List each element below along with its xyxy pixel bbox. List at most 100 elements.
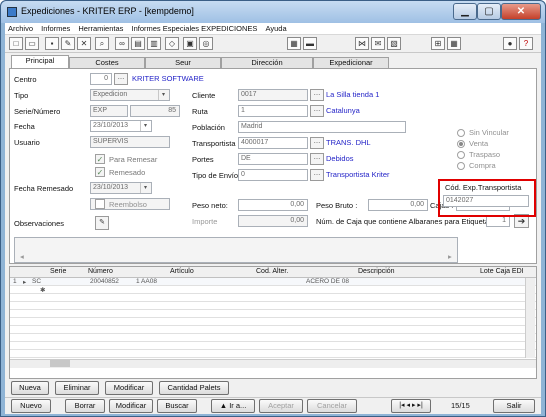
eraser-icon[interactable]: ◇	[165, 37, 179, 50]
table-icon[interactable]: ▦	[447, 37, 461, 50]
usuario-field[interactable]: SUPERVIS	[90, 136, 170, 148]
poblacion-field[interactable]: Madrid	[238, 121, 406, 133]
buscar-button[interactable]: Buscar	[157, 399, 197, 413]
ruta-lookup-button[interactable]: …	[310, 105, 324, 117]
radio-compra[interactable]	[457, 162, 465, 170]
radio-traspaso[interactable]	[457, 151, 465, 159]
tab-costes[interactable]: Costes	[69, 57, 145, 68]
tab-expedicionar[interactable]: Expedicionar	[313, 57, 389, 68]
help-icon[interactable]: ?	[519, 37, 533, 50]
open-folder-icon[interactable]: ▭	[25, 37, 39, 50]
reembolso-checkbox[interactable]	[95, 199, 105, 209]
tipo-envio-link[interactable]: Transportista Kriter	[326, 170, 390, 179]
modificar-line-button[interactable]: Modificar	[105, 381, 153, 395]
tab-seur[interactable]: Seur	[145, 57, 221, 68]
serie-field[interactable]: EXP	[90, 105, 128, 117]
portes-link[interactable]: Debidos	[326, 154, 354, 163]
search-icon[interactable]: ⌕	[95, 37, 109, 50]
remesado-checkbox[interactable]: ✓	[95, 167, 105, 177]
para-remesar-checkbox[interactable]: ✓	[95, 154, 105, 164]
window-icon[interactable]: ▣	[183, 37, 197, 50]
nuevo-button[interactable]: Nuevo	[11, 399, 51, 413]
peso-bruto-field[interactable]: 0,00	[368, 199, 428, 211]
org-chart-icon[interactable]: ⋈	[355, 37, 369, 50]
transportista-link[interactable]: TRANS. DHL	[326, 138, 371, 147]
portes-lookup-button[interactable]: …	[310, 153, 324, 165]
salir-button[interactable]: Salir	[493, 399, 535, 413]
radio-venta[interactable]	[457, 140, 465, 148]
tip-bulb-icon[interactable]: ●	[503, 37, 517, 50]
menu-archivo[interactable]: Archivo	[5, 23, 36, 33]
binoculars-icon[interactable]: ∞	[115, 37, 129, 50]
maximize-button[interactable]: ▢	[477, 3, 501, 20]
minimize-button[interactable]: ▁	[453, 3, 477, 20]
tab-principal[interactable]: Principal	[11, 55, 69, 68]
cod-exp-field[interactable]: 0142027	[443, 195, 529, 207]
cancelar-button[interactable]: Cancelar	[307, 399, 357, 413]
nueva-line-button[interactable]: Nueva	[11, 381, 49, 395]
mail-icon[interactable]: ✉	[371, 37, 385, 50]
edit-icon[interactable]: ✎	[61, 37, 75, 50]
observaciones-textarea[interactable]	[14, 237, 458, 263]
col-articulo[interactable]: Artículo	[170, 268, 194, 275]
save-icon[interactable]: ▪	[45, 37, 59, 50]
eliminar-line-button[interactable]: Eliminar	[55, 381, 99, 395]
tab-direccion[interactable]: Dirección	[221, 57, 313, 68]
centro-field[interactable]: 0	[90, 73, 112, 85]
importe-field[interactable]: 0,00	[238, 215, 308, 227]
display-icon[interactable]: ▬	[303, 37, 317, 50]
ruta-link[interactable]: Catalunya	[326, 106, 360, 115]
table-row-new[interactable]: ✱	[10, 286, 536, 294]
col-descripcion[interactable]: Descripción	[358, 268, 395, 275]
preview-icon[interactable]: ▤	[131, 37, 145, 50]
menu-informes[interactable]: Informes	[38, 23, 73, 33]
tipo-envio-lookup-button[interactable]: …	[310, 169, 324, 181]
edit-notes-icon[interactable]: ✎	[95, 216, 109, 230]
scroll-right-icon[interactable]: ▸	[448, 252, 452, 261]
col-lote-caja-edi[interactable]: Lote Caja EDI	[480, 268, 524, 275]
menu-informes-especiales[interactable]: Informes Especiales EXPEDICIONES	[129, 23, 261, 33]
report-icon[interactable]: ▧	[387, 37, 401, 50]
menu-ayuda[interactable]: Ayuda	[262, 23, 289, 33]
grid-horizontal-scrollbar[interactable]	[10, 359, 536, 368]
col-numero[interactable]: Número	[88, 268, 113, 275]
close-button[interactable]: ✕	[501, 3, 541, 20]
tipo-envio-field[interactable]: 0	[238, 169, 308, 181]
delete-icon[interactable]: ✕	[77, 37, 91, 50]
cliente-lookup-button[interactable]: …	[310, 89, 324, 101]
transportista-lookup-button[interactable]: …	[310, 137, 324, 149]
ir-a-button[interactable]: ▲ Ir a...	[211, 399, 255, 413]
cliente-link[interactable]: La Silla tienda 1	[326, 90, 379, 99]
peso-neto-field[interactable]: 0,00	[238, 199, 308, 211]
numero-field[interactable]: 85	[130, 105, 180, 117]
centro-link[interactable]: KRITER SOFTWARE	[132, 74, 204, 83]
new-document-icon[interactable]: □	[9, 37, 23, 50]
borrar-button[interactable]: Borrar	[65, 399, 105, 413]
transportista-field[interactable]: 4000017	[238, 137, 308, 149]
ruta-label: Ruta	[192, 107, 208, 116]
aceptar-button[interactable]: Aceptar	[259, 399, 303, 413]
tipo-select[interactable]: Expedicion ▾	[90, 89, 170, 101]
col-serie[interactable]: Serie	[50, 268, 66, 275]
radio-sin-vincular[interactable]	[457, 129, 465, 137]
table-row[interactable]: 1 ▸ SC 20040852 1 AA08 ACERO DE 08	[10, 278, 536, 286]
modificar-button[interactable]: Modificar	[109, 399, 153, 413]
scroll-thumb[interactable]	[50, 360, 70, 367]
cantidad-palets-button[interactable]: Cantidad Palets	[159, 381, 229, 395]
record-navigator[interactable]: |◂ ◂ ▸ ▸|	[391, 399, 431, 413]
portes-field[interactable]: DE	[238, 153, 308, 165]
table-row-empty	[10, 326, 536, 334]
grid-vertical-scrollbar[interactable]	[525, 278, 535, 358]
scroll-left-icon[interactable]: ◂	[20, 252, 24, 261]
fecha-field[interactable]: 23/10/2013 ▾	[90, 120, 152, 132]
print-preview-icon[interactable]: ▥	[147, 37, 161, 50]
grid-icon[interactable]: ⊞	[431, 37, 445, 50]
calculator-icon[interactable]: ▦	[287, 37, 301, 50]
ruta-field[interactable]: 1	[238, 105, 308, 117]
cliente-field[interactable]: 0017	[238, 89, 308, 101]
col-cod-alter[interactable]: Cod. Alter.	[256, 268, 288, 275]
fecha-remesado-field[interactable]: 23/10/2013 ▾	[90, 182, 152, 194]
menu-herramientas[interactable]: Herramientas	[75, 23, 126, 33]
centro-lookup-button[interactable]: …	[114, 73, 128, 85]
refresh-icon[interactable]: ◎	[199, 37, 213, 50]
